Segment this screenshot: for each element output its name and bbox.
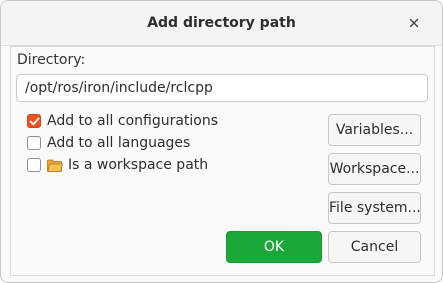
file-system-button[interactable]: File system...: [328, 192, 421, 224]
checkbox-unchecked-icon: [27, 136, 41, 150]
variables-button[interactable]: Variables...: [328, 114, 421, 146]
ok-button[interactable]: OK: [226, 231, 322, 263]
add-directory-path-dialog: Add directory path Directory: Add to all…: [0, 0, 443, 283]
checkbox-checked-icon: [27, 114, 41, 128]
cancel-button[interactable]: Cancel: [328, 231, 421, 263]
add-to-all-configurations-label: Add to all configurations: [47, 113, 219, 129]
close-button[interactable]: [406, 15, 422, 31]
add-to-all-languages-label: Add to all languages: [47, 135, 191, 151]
dialog-title: Add directory path: [147, 15, 296, 31]
add-to-all-languages-checkbox[interactable]: Add to all languages: [27, 134, 190, 152]
checkbox-unchecked-icon: [27, 158, 41, 172]
title-bar: Add directory path: [1, 1, 442, 46]
dialog-content: Directory: Add to all configurations Add…: [10, 46, 435, 276]
directory-input[interactable]: [16, 74, 428, 102]
directory-label: Directory:: [17, 52, 86, 68]
workspace-button[interactable]: Workspace...: [328, 153, 421, 185]
folder-icon: [47, 159, 63, 172]
is-workspace-path-checkbox[interactable]: Is a workspace path: [27, 156, 208, 174]
close-icon: [409, 18, 419, 28]
is-workspace-path-label: Is a workspace path: [68, 157, 209, 173]
add-to-all-configurations-checkbox[interactable]: Add to all configurations: [27, 112, 218, 130]
